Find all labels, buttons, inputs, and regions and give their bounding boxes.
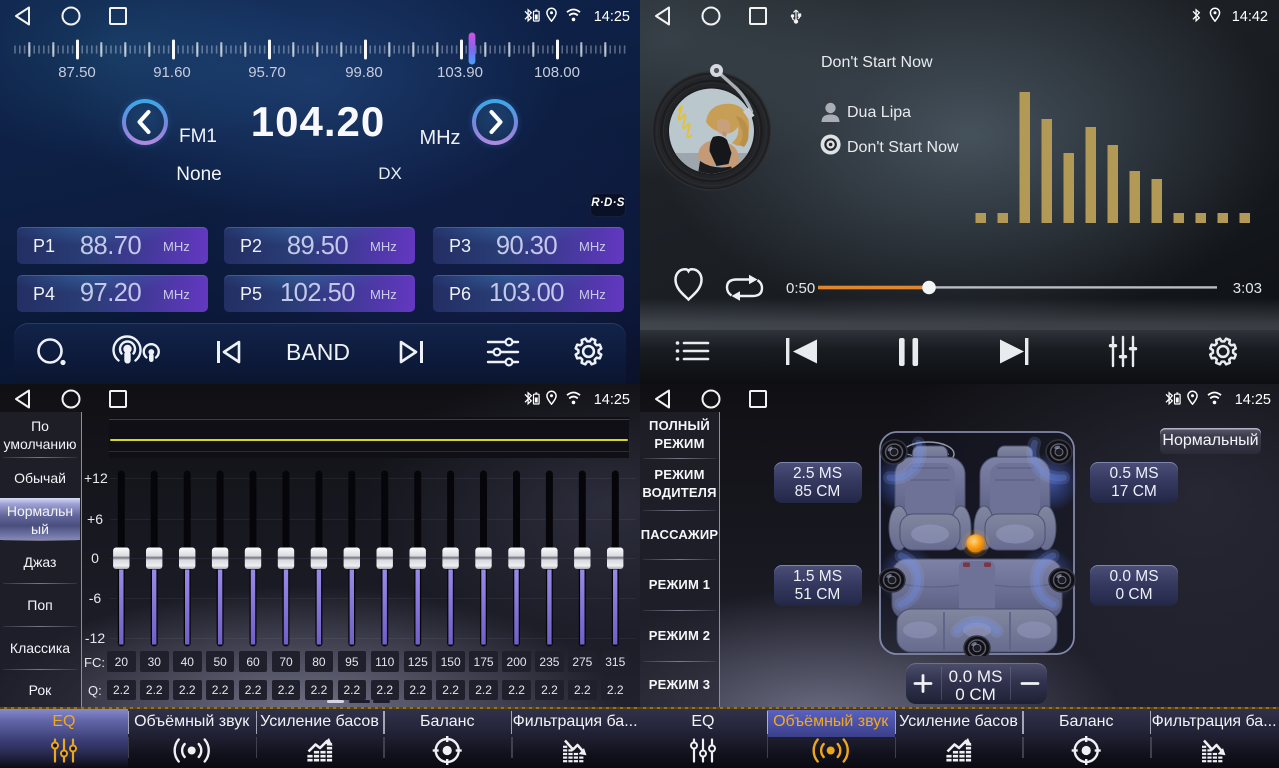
svg-text:87.50: 87.50 (58, 64, 96, 81)
svg-text:91.60: 91.60 (153, 64, 191, 81)
svg-text:BAND: BAND (286, 339, 350, 365)
svg-text:0:50: 0:50 (786, 280, 815, 297)
svg-text:108.00: 108.00 (534, 64, 580, 81)
svg-text:3:03: 3:03 (1233, 280, 1262, 297)
svg-text:99.80: 99.80 (345, 64, 383, 81)
svg-text:14:25: 14:25 (1235, 392, 1271, 408)
svg-text:103.90: 103.90 (437, 64, 483, 81)
svg-text:95.70: 95.70 (248, 64, 286, 81)
